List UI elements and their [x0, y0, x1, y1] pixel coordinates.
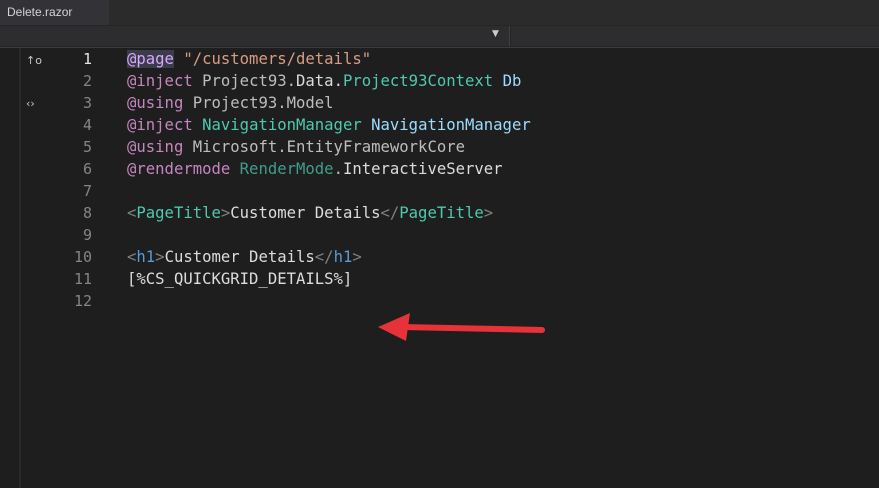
line-number: 5: [82, 138, 92, 156]
razor-keyword: inject: [136, 72, 193, 90]
line-number: 3: [82, 94, 92, 112]
razor-at-sign: @: [127, 160, 137, 178]
red-arrow-annotation: [378, 313, 545, 341]
namespace: Project93.: [202, 72, 297, 90]
html-tag: h1: [333, 248, 353, 266]
line-number: 1: [82, 50, 92, 68]
code-line[interactable]: @inject Project93.Data.Project93Context …: [127, 70, 521, 92]
line-number: 10: [73, 248, 92, 266]
placeholder-token: [%CS_QUICKGRID_DETAILS%]: [127, 270, 353, 288]
navigation-bar: ▼: [0, 25, 879, 48]
line-number: 8: [82, 204, 92, 222]
scope-dropdown[interactable]: [0, 26, 510, 46]
code-line[interactable]: @page "/customers/details": [127, 48, 371, 70]
code-editor[interactable]: ↑o ‹› 1 2 3 4 5 6 7 8 9 10 11 12 @page "…: [0, 48, 879, 488]
tag-text: Customer Details: [230, 204, 381, 222]
tag-bracket: >: [155, 248, 165, 266]
razor-keyword: using: [136, 94, 184, 112]
tag-text: Customer Details: [164, 248, 315, 266]
razor-at-sign: @: [127, 50, 137, 68]
tag-bracket: </: [314, 248, 334, 266]
tag-bracket: >: [352, 248, 362, 266]
namespace: Data.: [296, 72, 343, 90]
code-line[interactable]: @using Project93.Model: [127, 92, 334, 114]
member-name: InteractiveServer: [342, 160, 503, 178]
variable-name: Db: [502, 72, 522, 90]
type-name: Project93Context: [342, 72, 494, 90]
line-number: 11: [73, 270, 92, 288]
tab-delete-razor[interactable]: Delete.razor: [0, 0, 109, 25]
line-number: 6: [82, 160, 92, 178]
razor-at-sign: @: [127, 72, 137, 90]
razor-keyword: rendermode: [136, 160, 231, 178]
code-line[interactable]: @using Microsoft.EntityFrameworkCore: [127, 136, 465, 158]
code-line[interactable]: [%CS_QUICKGRID_DETAILS%]: [127, 268, 352, 290]
member-dot: .: [333, 160, 343, 178]
razor-at-sign: @: [127, 138, 137, 156]
namespace: Project93.Model: [192, 94, 334, 112]
line-number: 12: [73, 292, 92, 310]
tab-strip: Delete.razor: [0, 0, 879, 25]
tag-bracket: </: [380, 204, 400, 222]
code-line[interactable]: <PageTitle>Customer Details</PageTitle>: [127, 202, 493, 224]
type-name: NavigationManager: [202, 116, 362, 134]
razor-keyword: page: [136, 50, 174, 68]
namespace: Microsoft.EntityFrameworkCore: [192, 138, 465, 156]
chevron-down-icon[interactable]: ▼: [492, 29, 499, 39]
tag-bracket: >: [220, 204, 231, 222]
tag-bracket: <: [127, 204, 137, 222]
arrow-shaft: [399, 324, 545, 333]
code-line[interactable]: @rendermode RenderMode.InteractiveServer: [127, 158, 503, 180]
code-line[interactable]: @inject NavigationManager NavigationMana…: [127, 114, 531, 136]
component-tag: PageTitle: [136, 204, 221, 222]
code-line[interactable]: <h1>Customer Details</h1>: [127, 246, 362, 268]
type-name: RenderMode: [239, 160, 334, 178]
razor-keyword: inject: [136, 116, 193, 134]
variable-name: NavigationManager: [371, 116, 531, 134]
arrow-head: [378, 313, 410, 341]
razor-at-sign: @: [127, 116, 137, 134]
line-number: 9: [82, 226, 92, 244]
member-dropdown[interactable]: [511, 26, 879, 46]
tag-bracket: >: [483, 204, 494, 222]
line-number: 2: [82, 72, 92, 90]
string-literal: "/customers/details": [183, 50, 372, 68]
tag-bracket: <: [127, 248, 137, 266]
component-tag: PageTitle: [399, 204, 484, 222]
line-number: 4: [82, 116, 92, 134]
razor-at-sign: @: [127, 94, 137, 112]
razor-keyword: using: [136, 138, 184, 156]
line-number: 7: [82, 182, 92, 200]
html-tag: h1: [136, 248, 156, 266]
